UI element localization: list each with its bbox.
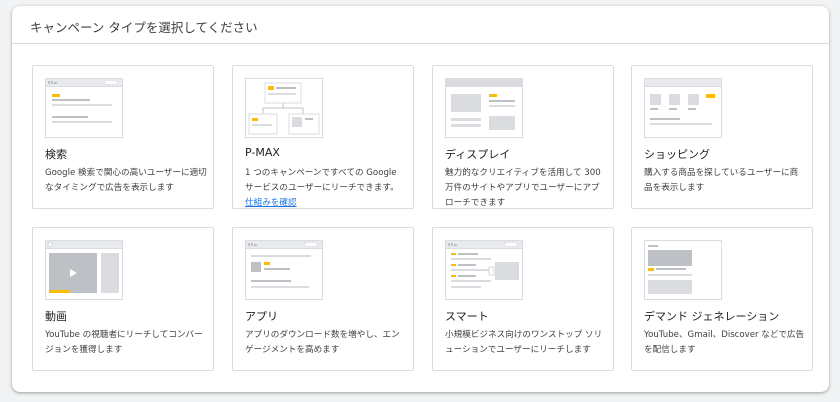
campaign-card-pmax[interactable]: P-MAX 1 つのキャンペーンですべての Google サービスのユーザーにリ… — [232, 65, 414, 209]
card-title: スマート — [445, 310, 489, 323]
pmax-illustration-icon — [245, 78, 323, 138]
shopping-illustration-icon — [644, 78, 722, 138]
campaign-card-smart[interactable]: スマート 小規模ビジネス向けのワンストップ ソリューションでユーザーにリーチしま… — [432, 227, 614, 371]
campaign-type-panel: キャンペーン タイプを選択してください 検索 Google 検索で関心の高いユー… — [12, 6, 829, 392]
card-title: P-MAX — [245, 146, 280, 159]
card-title: アプリ — [245, 310, 278, 323]
campaign-card-video[interactable]: 動画 YouTube の視聴者にリーチしてコンバージョンを獲得します — [32, 227, 214, 371]
video-illustration-icon — [45, 240, 123, 300]
card-description: 購入する商品を探しているユーザーに商品を表示します — [644, 168, 799, 193]
campaign-card-demand-gen[interactable]: デマンド ジェネレーション YouTube、Gmail、Discover などで… — [631, 227, 813, 371]
learn-how-link[interactable]: 仕組みを確認 — [245, 198, 297, 208]
campaign-card-display[interactable]: ディスプレイ 魅力的なクリエイティブを活用して 300 万件のサイトやアプリでユ… — [432, 65, 614, 209]
card-title: 検索 — [45, 148, 67, 161]
smart-illustration-icon — [445, 240, 523, 300]
card-title: ディスプレイ — [445, 148, 511, 161]
card-description: アプリのダウンロード数を増やし、エンゲージメントを高めます — [245, 330, 400, 355]
card-title: デマンド ジェネレーション — [644, 310, 780, 323]
display-illustration-icon — [445, 78, 523, 138]
card-description: 魅力的なクリエイティブを活用して 300 万件のサイトやアプリでユーザーにアプロ… — [445, 168, 601, 208]
card-description: 1 つのキャンペーンですべての Google サービスのユーザーにリーチできます… — [245, 166, 407, 208]
card-description: YouTube、Gmail、Discover などで広告を配信します — [644, 330, 805, 355]
card-title: ショッピング — [644, 148, 710, 161]
card-description: Google 検索で関心の高いユーザーに適切なタイミングで広告を表示します — [45, 168, 207, 193]
campaign-card-shopping[interactable]: ショッピング 購入する商品を探しているユーザーに商品を表示します — [631, 65, 813, 209]
panel-title: キャンペーン タイプを選択してください — [12, 6, 829, 44]
card-description-text: 1 つのキャンペーンですべての Google サービスのユーザーにリーチできます… — [245, 168, 399, 193]
card-description: YouTube の視聴者にリーチしてコンバージョンを獲得します — [45, 330, 203, 355]
card-title: 動画 — [45, 310, 67, 323]
campaign-card-search[interactable]: 検索 Google 検索で関心の高いユーザーに適切なタイミングで広告を表示します — [32, 65, 214, 209]
campaign-type-grid: 検索 Google 検索で関心の高いユーザーに適切なタイミングで広告を表示します… — [32, 65, 813, 371]
campaign-card-app[interactable]: アプリ アプリのダウンロード数を増やし、エンゲージメントを高めます — [232, 227, 414, 371]
demand-gen-illustration-icon — [644, 240, 722, 300]
search-illustration-icon — [45, 78, 123, 138]
card-description: 小規模ビジネス向けのワンストップ ソリューションでユーザーにリーチします — [445, 330, 603, 355]
app-illustration-icon — [245, 240, 323, 300]
